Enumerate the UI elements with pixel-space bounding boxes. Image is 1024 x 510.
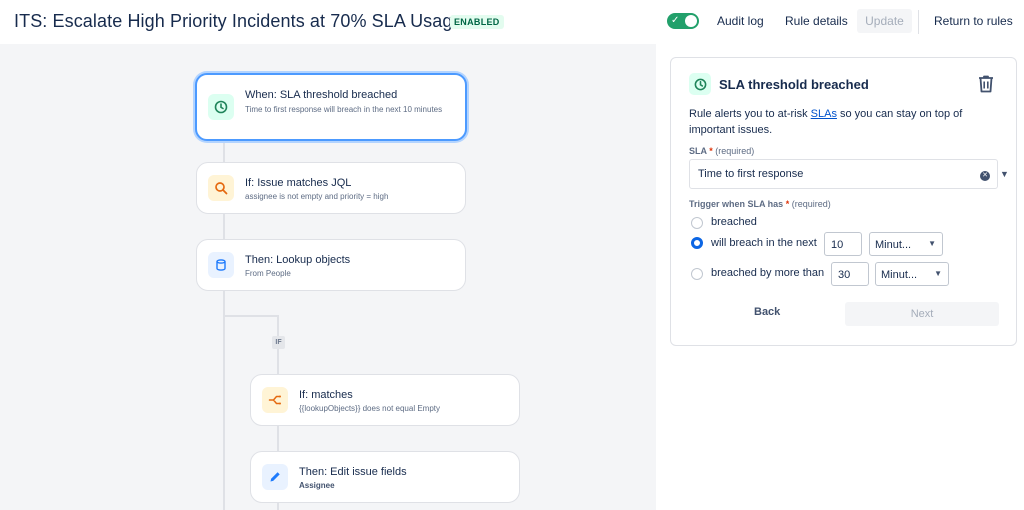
toggle-knob — [685, 15, 697, 27]
branch-condition-node[interactable]: If: matches {{lookupObjects}} does not e… — [250, 374, 520, 426]
node-title: When: SLA threshold breached — [245, 89, 398, 101]
page-title: ITS: Escalate High Priority Incidents at… — [14, 11, 463, 31]
pencil-icon — [262, 464, 288, 490]
connector — [277, 426, 279, 451]
node-subtitle: {{lookupObjects}} does not equal Empty — [299, 404, 440, 413]
panel-description: Rule alerts you to at-risk SLAs so you c… — [689, 106, 989, 138]
rule-enabled-toggle[interactable]: ✓ — [667, 13, 699, 29]
check-icon: ✓ — [671, 15, 680, 26]
description-text: Rule alerts you to at-risk — [689, 108, 811, 120]
unit-value: Minut... — [875, 239, 912, 251]
label-text: Trigger when SLA has — [689, 199, 784, 209]
branch-icon — [262, 387, 288, 413]
header: ITS: Escalate High Priority Incidents at… — [0, 0, 1024, 44]
rule-details-button[interactable]: Rule details — [777, 9, 856, 33]
radio-breached-by-more[interactable] — [691, 268, 703, 280]
database-icon — [208, 252, 234, 278]
back-button[interactable]: Back — [754, 306, 780, 318]
panel-title: SLA threshold breached — [719, 77, 869, 92]
connector — [223, 291, 225, 510]
trigger-node[interactable]: When: SLA threshold breached Time to fir… — [195, 73, 467, 141]
sla-select-value: Time to first response — [698, 168, 804, 180]
clock-icon — [208, 94, 234, 120]
slas-link[interactable]: SLAs — [811, 108, 837, 120]
trigger-field-label: Trigger when SLA has * (required) — [689, 199, 831, 209]
clock-icon — [689, 73, 711, 95]
header-divider — [918, 10, 919, 34]
radio-will-breach[interactable] — [691, 237, 703, 249]
node-title: If: Issue matches JQL — [245, 177, 352, 189]
if-badge: IF — [272, 336, 285, 349]
required-text: (required) — [715, 146, 755, 156]
node-subtitle: assignee is not empty and priority = hig… — [245, 192, 389, 201]
node-subtitle: Assignee — [299, 481, 335, 490]
sla-field-label: SLA * (required) — [689, 146, 755, 156]
trash-icon[interactable] — [977, 74, 995, 99]
search-icon — [208, 175, 234, 201]
update-button[interactable]: Update — [857, 9, 912, 33]
breached-by-unit-select[interactable]: Minut... ▼ — [875, 262, 949, 286]
unit-value: Minut... — [881, 269, 918, 281]
sla-select[interactable]: Time to first response ✕ ▼ — [689, 159, 1009, 189]
status-badge: ENABLED — [450, 15, 504, 29]
label-text: SLA — [689, 146, 707, 156]
action-node[interactable]: Then: Lookup objects From People — [196, 239, 466, 291]
node-title: Then: Lookup objects — [245, 254, 351, 266]
chevron-down-icon: ▼ — [934, 269, 942, 278]
radio-label: will breach in the next — [711, 237, 817, 249]
edit-fields-node[interactable]: Then: Edit issue fields Assignee — [250, 451, 520, 503]
node-title: Then: Edit issue fields — [299, 466, 407, 478]
clear-icon[interactable]: ✕ — [980, 171, 990, 181]
will-breach-amount-input[interactable]: 10 — [824, 232, 862, 256]
connector — [223, 214, 225, 240]
chevron-down-icon: ▼ — [928, 239, 936, 248]
return-to-rules-button[interactable]: Return to rules — [926, 9, 1021, 33]
node-subtitle: Time to first response will breach in th… — [245, 105, 443, 114]
next-button[interactable]: Next — [845, 302, 999, 326]
will-breach-unit-select[interactable]: Minut... ▼ — [869, 232, 943, 256]
radio-breached[interactable] — [691, 217, 703, 229]
breached-by-amount-input[interactable]: 30 — [831, 262, 869, 286]
radio-label: breached — [711, 216, 757, 228]
node-subtitle: From People — [245, 269, 291, 278]
audit-log-button[interactable]: Audit log — [709, 9, 772, 33]
connector — [223, 315, 279, 317]
node-title: If: matches — [299, 389, 353, 401]
chevron-down-icon: ▼ — [1000, 169, 1009, 179]
condition-node[interactable]: If: Issue matches JQL assignee is not em… — [196, 162, 466, 214]
trigger-config-panel: SLA threshold breached Rule alerts you t… — [670, 57, 1017, 346]
connector — [277, 503, 279, 510]
rule-canvas: IF When: SLA threshold breached Time to … — [0, 44, 656, 510]
required-text: (required) — [791, 199, 831, 209]
connector — [223, 140, 225, 162]
radio-label: breached by more than — [711, 267, 825, 279]
